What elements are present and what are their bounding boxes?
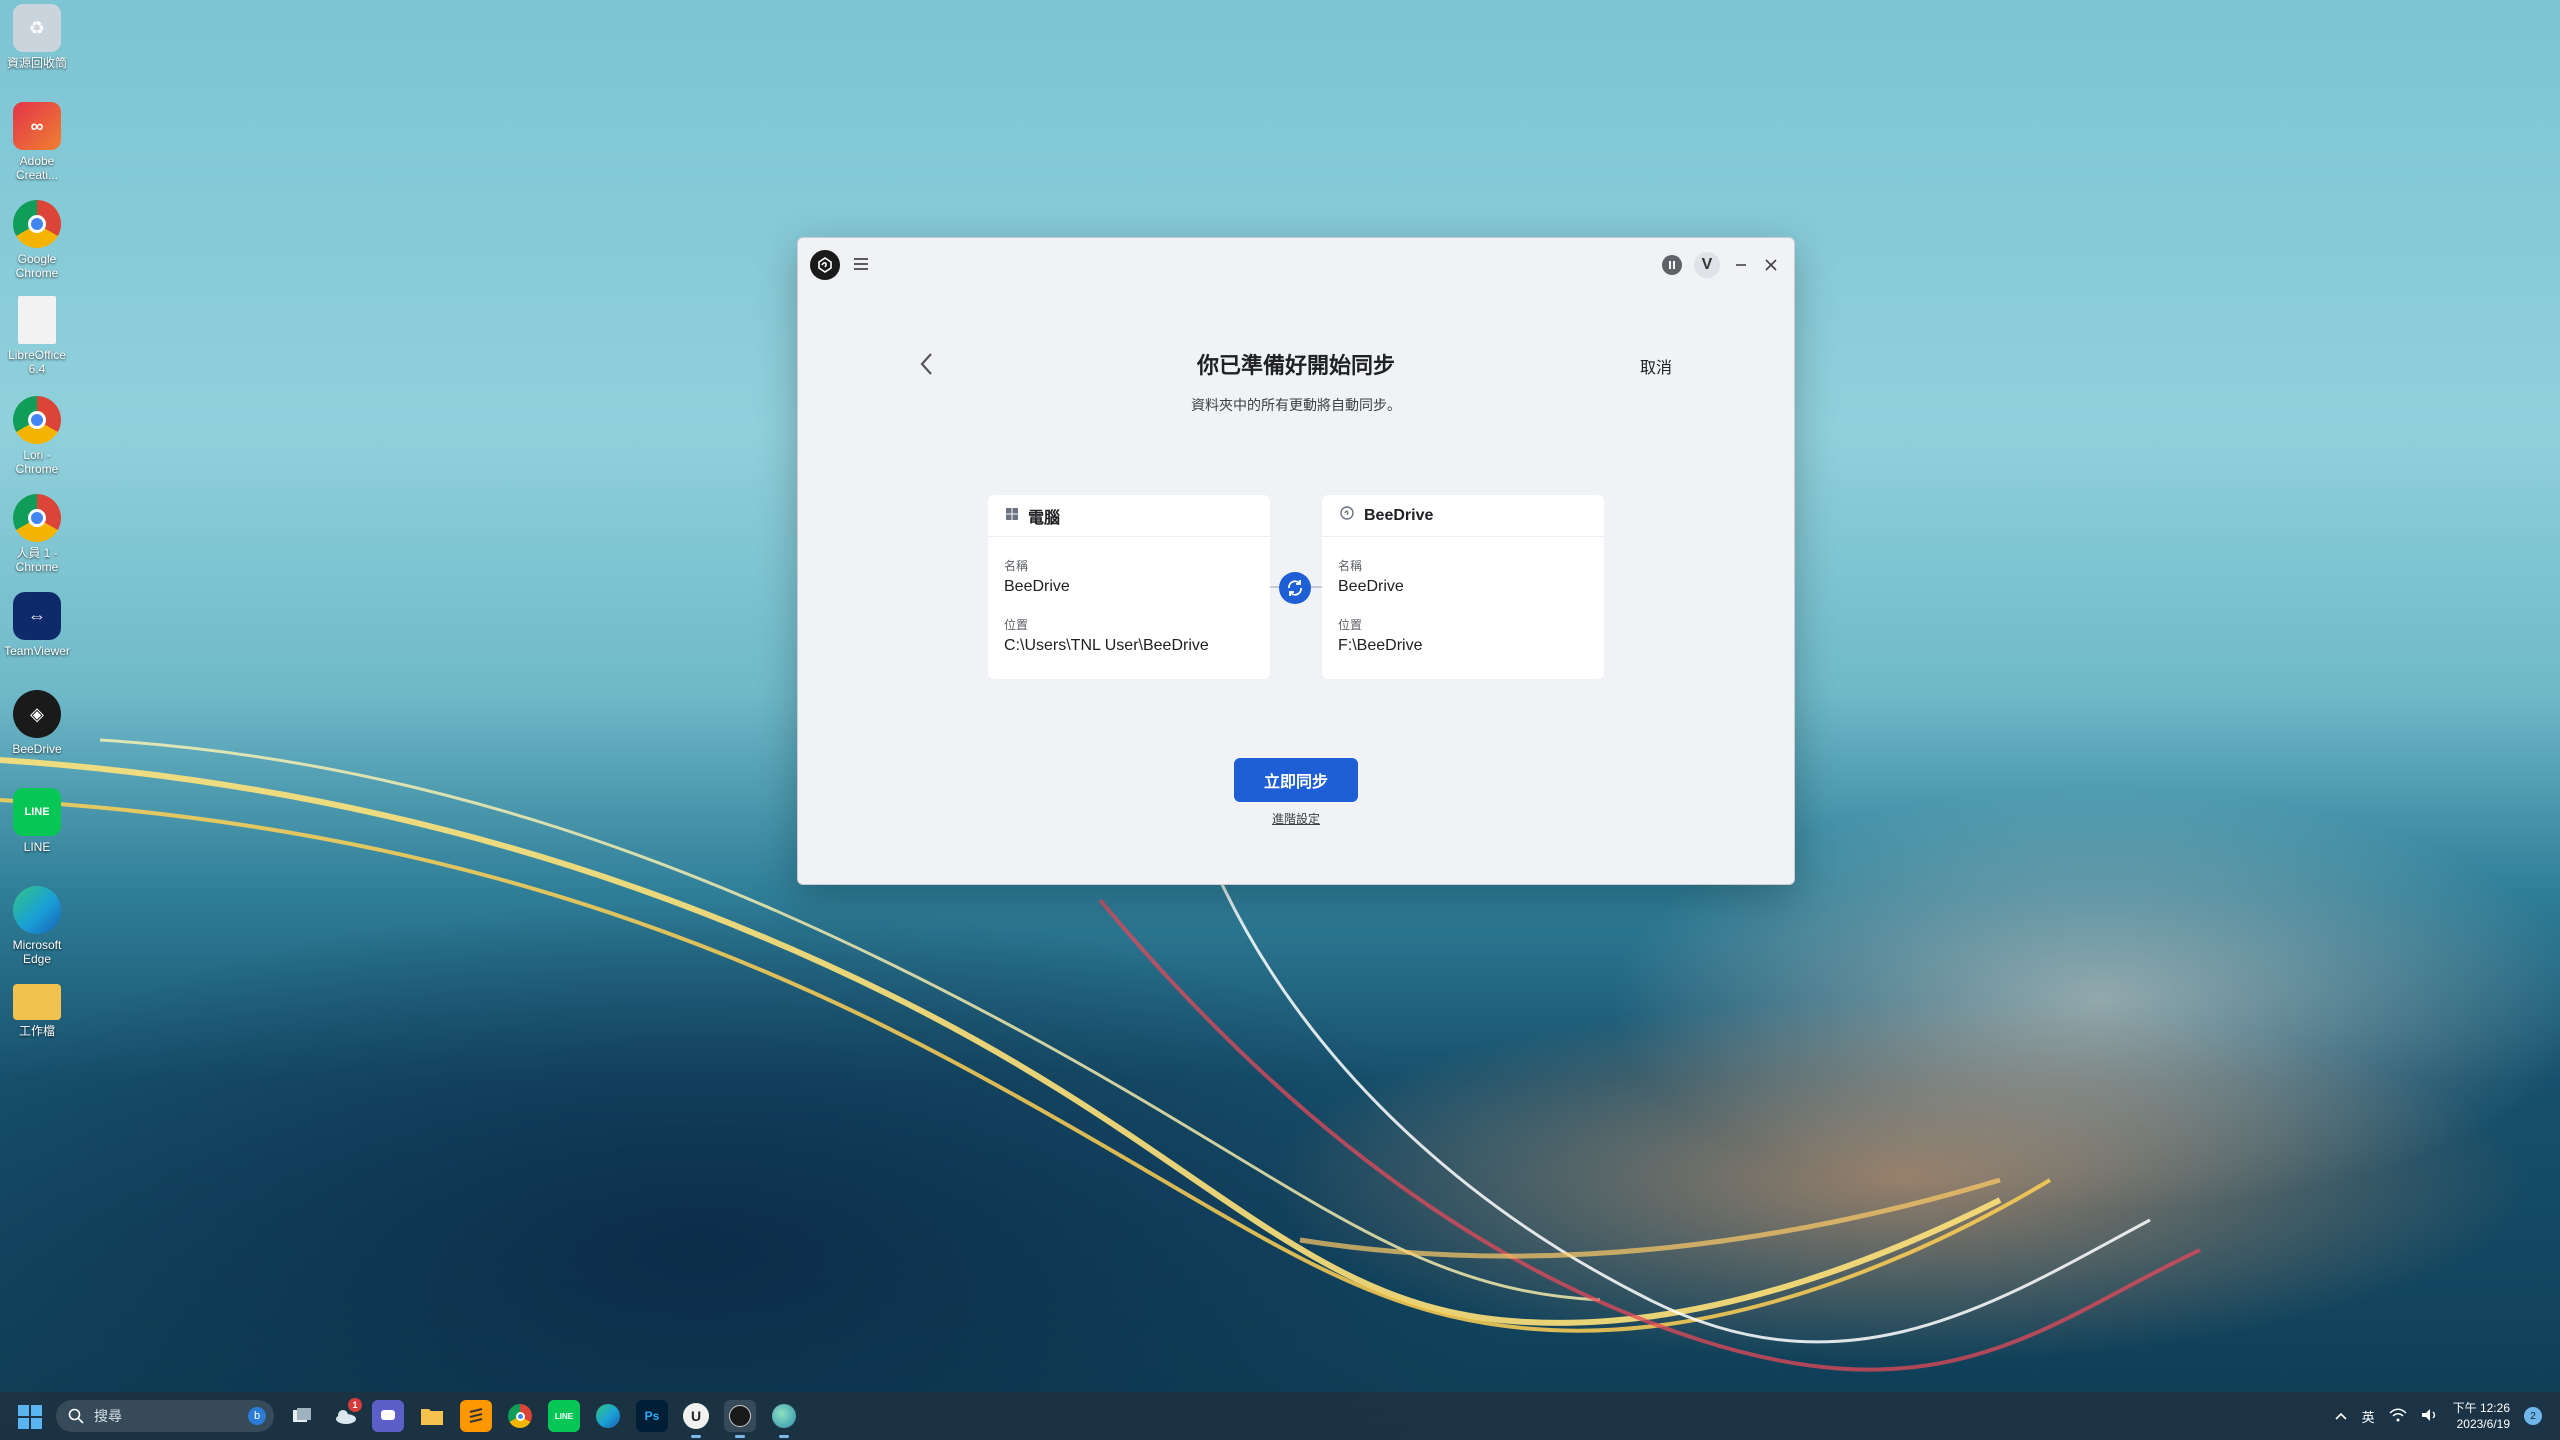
desktop-icon-teamviewer[interactable]: ⇔ TeamViewer	[4, 592, 70, 686]
desktop-icon-folder[interactable]: 工作檔	[4, 984, 70, 1078]
desktop-icon-adobe[interactable]: ∞ Adobe Creati...	[4, 102, 70, 196]
desktop-icon-label: 工作檔	[18, 1024, 55, 1038]
search-icon	[68, 1408, 84, 1424]
name-value: BeeDrive	[1004, 578, 1070, 595]
clock-date: 2023/6/19	[2456, 1417, 2510, 1431]
desktop-icon-line[interactable]: LINE LINE	[4, 788, 70, 882]
chevron-up-icon[interactable]	[2334, 1409, 2348, 1424]
name-label: 名稱	[1004, 559, 1029, 573]
chrome-profile-icon	[13, 494, 61, 542]
desktop-icon-label: LibreOffice 6.4	[8, 348, 66, 376]
desktop-icon-label: Lori - Chrome	[15, 448, 59, 476]
ime-indicator[interactable]: 英	[2362, 1407, 2375, 1426]
desktop-icon-chrome-person1[interactable]: 人員 1 - Chrome	[4, 494, 70, 588]
beedrive-window: V 你已準備好開始同步 資料夾中的所有更動將自動同步。 取消 電腦 名稱 Bee…	[797, 237, 1795, 885]
teams-chat-icon[interactable]	[372, 1400, 404, 1432]
window-controls: V	[1662, 252, 1780, 278]
name-value: BeeDrive	[1338, 578, 1404, 595]
volume-icon[interactable]	[2421, 1408, 2439, 1425]
taskbar: 搜尋 b 1 LINE Ps U 英 下午 12:26 2023/6/19 2	[0, 1392, 2560, 1440]
sublime-icon[interactable]	[460, 1400, 492, 1432]
desktop-icon-label: Adobe Creati...	[15, 154, 58, 182]
task-view-icon[interactable]	[286, 1400, 318, 1432]
weather-badge: 1	[348, 1398, 362, 1412]
desktop-icon-label: BeeDrive	[12, 742, 62, 756]
title-bar: V	[798, 238, 1794, 290]
line-icon: LINE	[13, 788, 61, 836]
recycle-bin-icon: ♻	[13, 4, 61, 52]
advanced-settings-link[interactable]: 進階設定	[798, 810, 1794, 827]
name-label: 名稱	[1338, 559, 1363, 573]
sync-now-button[interactable]: 立即同步	[1234, 758, 1358, 802]
search-placeholder: 搜尋	[94, 1408, 122, 1424]
beedrive-icon: ◈	[13, 690, 61, 738]
sync-arrows-icon	[1279, 572, 1311, 604]
desktop-icon-libreoffice[interactable]: LibreOffice 6.4	[4, 296, 70, 390]
beedrive-logo-icon	[810, 250, 840, 280]
clock[interactable]: 下午 12:26 2023/6/19	[2453, 1400, 2510, 1432]
windows-start-icon[interactable]	[18, 1405, 42, 1429]
desktop-icon-edge[interactable]: Microsoft Edge	[4, 886, 70, 980]
user-avatar[interactable]: V	[1694, 252, 1720, 278]
app-u-icon[interactable]: U	[680, 1400, 712, 1432]
libreoffice-icon	[18, 296, 56, 344]
bing-icon[interactable]: b	[248, 1407, 266, 1425]
desktop-icon-recycle-bin[interactable]: ♻ 資源回收筒	[4, 4, 70, 98]
adobe-creative-cloud-icon: ∞	[13, 102, 61, 150]
desktop-icon-label: LINE	[23, 840, 51, 854]
cancel-button[interactable]: 取消	[1640, 354, 1672, 378]
clock-time: 下午 12:26	[2452, 1401, 2510, 1415]
beedrive-folder-card: BeeDrive 名稱 BeeDrive 位置 F:\BeeDrive	[1322, 495, 1604, 679]
system-tray: 英 下午 12:26 2023/6/19 2	[2334, 1392, 2542, 1440]
active-indicator	[691, 1435, 701, 1438]
page-subtitle: 資料夾中的所有更動將自動同步。	[1191, 397, 1401, 413]
close-icon[interactable]	[1762, 256, 1780, 274]
chrome-icon	[13, 200, 61, 248]
globe-icon[interactable]	[768, 1400, 800, 1432]
wifi-icon[interactable]	[2389, 1408, 2407, 1425]
folder-icon	[13, 984, 61, 1020]
chrome-icon[interactable]	[504, 1400, 536, 1432]
card-title: BeeDrive	[1364, 506, 1434, 524]
hamburger-menu-icon[interactable]	[852, 255, 870, 273]
beedrive-small-icon	[1340, 506, 1354, 525]
desktop-icon-label: TeamViewer	[4, 644, 70, 658]
line-icon[interactable]: LINE	[548, 1400, 580, 1432]
taskbar-search[interactable]: 搜尋 b	[56, 1400, 274, 1432]
minimize-icon[interactable]	[1732, 256, 1750, 274]
desktop-icon-chrome[interactable]: Google Chrome	[4, 200, 70, 294]
desktop-icon-label: 人員 1 - Chrome	[15, 546, 59, 574]
location-value: F:\BeeDrive	[1338, 637, 1423, 654]
location-label: 位置	[1338, 618, 1363, 632]
desktop-icon-beedrive[interactable]: ◈ BeeDrive	[4, 690, 70, 784]
windows-icon	[1006, 507, 1018, 525]
desktop-icon-label: 資源回收筒	[6, 56, 67, 70]
chrome-profile-icon	[13, 396, 61, 444]
weather-icon[interactable]: 1	[330, 1398, 362, 1432]
active-indicator	[779, 1435, 789, 1438]
desktop-icon-chrome-lori[interactable]: Lori - Chrome	[4, 396, 70, 490]
local-folder-card: 電腦 名稱 BeeDrive 位置 C:\Users\TNL User\BeeD…	[988, 495, 1270, 679]
card-title: 電腦	[1028, 509, 1061, 527]
photoshop-icon[interactable]: Ps	[636, 1400, 668, 1432]
teamviewer-icon: ⇔	[13, 592, 61, 640]
beedrive-taskbar-icon[interactable]	[724, 1400, 756, 1432]
edge-icon[interactable]	[592, 1400, 624, 1432]
active-indicator	[735, 1435, 745, 1438]
location-label: 位置	[1004, 618, 1029, 632]
card-header: BeeDrive	[1322, 495, 1604, 537]
desktop-icon-label: Google Chrome	[15, 252, 59, 280]
file-explorer-icon[interactable]	[416, 1400, 448, 1432]
edge-icon	[13, 886, 61, 934]
pause-sync-icon[interactable]	[1662, 255, 1682, 275]
card-header: 電腦	[988, 495, 1270, 537]
location-value: C:\Users\TNL User\BeeDrive	[1004, 637, 1209, 654]
notification-badge[interactable]: 2	[2524, 1407, 2542, 1425]
desktop-icon-label: Microsoft Edge	[12, 938, 62, 966]
